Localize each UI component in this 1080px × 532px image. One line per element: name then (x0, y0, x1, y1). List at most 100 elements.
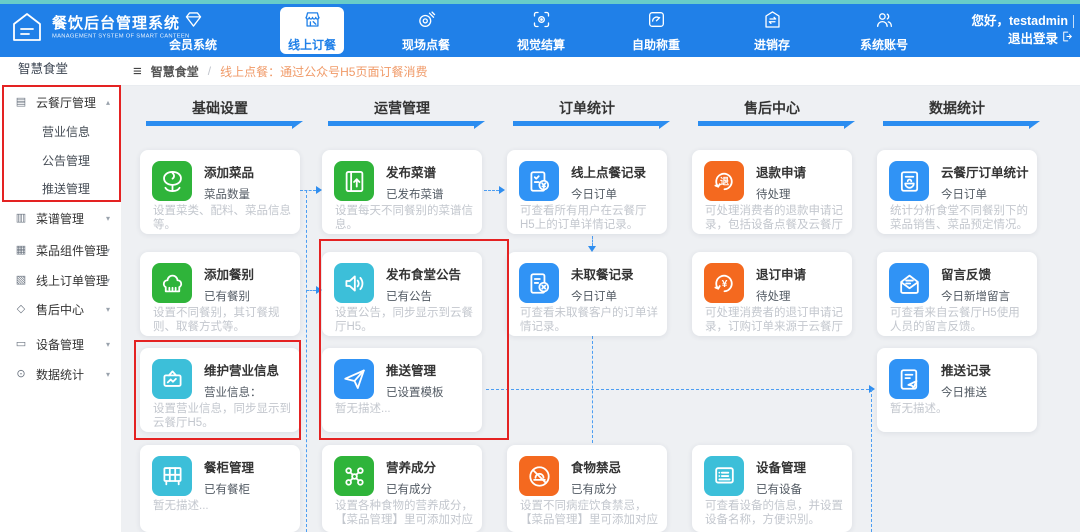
nav-self-weighing[interactable]: 自助称重 (616, 4, 696, 57)
connector-arrow (869, 385, 875, 393)
sidebar-item-push-management[interactable]: 推送管理 (0, 177, 163, 199)
card-device-management[interactable]: 设备管理 已有设备 可查看设备的信息，并设置设备名称，方便识别。 (692, 445, 852, 532)
sidebar-subitem-label: 推送管理 (42, 181, 91, 196)
column-header-basic-settings: 基础设置 (192, 100, 248, 116)
speaker-icon (334, 263, 374, 303)
card-subtitle: 今日订单 (571, 291, 617, 303)
connector-line (484, 190, 499, 191)
scale-icon (646, 9, 667, 33)
card-refund-request[interactable]: 退 退款申请 待处理 可处理消费者的退款申请记录，包括设备点餐及云餐厅H5上的订… (692, 150, 852, 234)
sidebar-item-dish-components[interactable]: ▦ 菜品组件管理 ▾ (0, 239, 121, 261)
chevron-up-icon: ▴ (105, 97, 110, 107)
card-cloud-order-stats[interactable]: 云餐厅订单统计 今日订单 统计分析食堂不同餐别下的菜品销售、菜品预定情况。 (877, 150, 1037, 234)
card-title: 退订申请 (756, 268, 807, 282)
card-subtitle: 已有成分 (386, 484, 432, 496)
card-desc: 暂无描述。 (890, 403, 948, 415)
card-unclaimed-meal-records[interactable]: 未取餐记录 今日订单 可查看未取餐客户的订单详情记录。 (507, 252, 667, 336)
column-header-order-stats: 订单统计 (559, 100, 615, 116)
mail-icon (889, 263, 929, 303)
card-title: 餐柜管理 (204, 461, 255, 475)
doc-plane-icon (889, 359, 929, 399)
svg-text:退: 退 (719, 176, 728, 186)
menu-book-icon: ▥ (15, 211, 27, 224)
nav-onsite-ordering[interactable]: 现场点餐 (386, 4, 466, 57)
topbar: 餐饮后台管理系统 MANAGEMENT SYSTEM OF SMART CANT… (0, 4, 1080, 57)
column-header-aftersales: 售后中心 (744, 100, 800, 116)
card-desc: 暂无描述... (335, 403, 391, 415)
card-title: 退款申请 (756, 166, 807, 180)
card-title: 发布食堂公告 (386, 268, 462, 282)
card-feedback[interactable]: 留言反馈 今日新增留言 可查看来自云餐厅H5使用人员的留言反馈。 (877, 252, 1037, 336)
logout-button[interactable]: 退出登录 (1008, 30, 1074, 48)
nav-member-system[interactable]: 会员系统 (153, 4, 233, 57)
sidebar-item-data-statistics[interactable]: ⊙ 数据统计 ▾ (0, 363, 121, 385)
nav-system-account[interactable]: 系统账号 (844, 4, 924, 57)
sidebar-item-device-management[interactable]: ▭ 设备管理 ▾ (0, 333, 121, 355)
sidebar-item-notice-management[interactable]: 公告管理 (0, 149, 163, 171)
svg-text:¥: ¥ (721, 278, 727, 289)
plate-icon (416, 9, 437, 33)
card-unsubscribe-request[interactable]: ¥ 退订申请 待处理 可处理消费者的退订申请记录，订购订单来源于云餐厅H5上的订… (692, 252, 852, 336)
card-add-dish[interactable]: 添加菜品 菜品数量 设置菜类、配料、菜品信息等。 (140, 150, 300, 234)
card-desc: 设置营业信息，同步显示到云餐厅H5。 (153, 403, 291, 429)
card-desc: 可查看所有用户在云餐厅H5上的订单详情记录。 (520, 205, 647, 231)
card-publish-canteen-notice[interactable]: 发布食堂公告 已有公告 设置公告，同步显示到云餐厅H5。 (322, 252, 482, 336)
card-add-meal-type[interactable]: 添加餐别 已有餐别 设置不同餐别，其订餐规则、取餐方式等。 (140, 252, 300, 336)
receipt-check-icon (519, 161, 559, 201)
sidebar-item-label: 云餐厅管理 (36, 95, 97, 110)
app-logo: 餐饮后台管理系统 MANAGEMENT SYSTEM OF SMART CANT… (10, 10, 289, 49)
nav-visual-checkout[interactable]: 视觉结算 (501, 4, 581, 57)
card-push-records[interactable]: 推送记录 今日推送 暂无描述。 (877, 348, 1037, 432)
app-root: 餐饮后台管理系统 MANAGEMENT SYSTEM OF SMART CANT… (0, 0, 1080, 532)
card-online-order-records[interactable]: 线上点餐记录 今日订单 可查看所有用户在云餐厅H5上的订单详情记录。 (507, 150, 667, 234)
breadcrumb-current: 线上点餐：通过公众号H5页面订餐消费 (220, 64, 428, 79)
unsubscribe-icon: ¥ (704, 263, 744, 303)
collapse-sidebar-icon[interactable]: ≡ (133, 64, 142, 79)
sidebar-item-online-orders[interactable]: ▧ 线上订单管理 ▾ (0, 269, 121, 291)
column-header-operations: 运营管理 (374, 100, 430, 116)
sidebar-item-menu-management[interactable]: ▥ 菜谱管理 ▾ (0, 207, 121, 229)
greeting-text: 您好，testadmin (971, 14, 1068, 28)
card-desc: 设置不同餐别，其订餐规则、取餐方式等。 (153, 307, 280, 333)
card-publish-menu[interactable]: 发布菜谱 已发布菜谱 设置每天不同餐别的菜谱信息。 (322, 150, 482, 234)
chevron-down-icon: ▾ (105, 213, 110, 223)
card-push-management[interactable]: 推送管理 已设置模板 暂无描述... (322, 348, 482, 432)
card-cabinet-management[interactable]: 餐柜管理 已有餐柜 暂无描述... (140, 445, 300, 532)
card-title: 食物禁忌 (571, 461, 622, 475)
nav-label: 会员系统 (168, 37, 217, 52)
card-maintain-business-info[interactable]: 维护营业信息 营业信息： 设置营业信息，同步显示到云餐厅H5。 (140, 348, 300, 432)
sidebar-item-business-info[interactable]: 营业信息 (0, 120, 163, 142)
divider (1073, 15, 1074, 28)
chevron-down-icon: ▾ (105, 304, 110, 314)
connector-line (592, 236, 593, 246)
card-food-taboo[interactable]: 食物禁忌 已有成分 设置不同病症饮食禁忌，【菜品管理】里可添加对应的。 (507, 445, 667, 532)
warehouse-icon (762, 9, 783, 33)
card-desc: 设置公告，同步显示到云餐厅H5。 (335, 307, 473, 333)
nav-inventory[interactable]: 进销存 (732, 4, 812, 57)
sidebar-item-label: 线上订单管理 (36, 273, 109, 288)
card-subtitle: 已有餐别 (204, 291, 250, 303)
sidebar-item-label: 售后中心 (36, 302, 85, 317)
no-food-icon (519, 456, 559, 496)
sidebar-subitem-label: 营业信息 (42, 124, 91, 139)
breadcrumb-root[interactable]: 智慧食堂 (151, 63, 199, 80)
card-desc: 可查看未取餐客户的订单详情记录。 (520, 307, 658, 333)
nav-online-ordering[interactable]: 线上订餐 (280, 7, 344, 54)
card-nutrition[interactable]: 营养成分 已有成分 设置各种食物的营养成分，【菜品管理】里可添加对应的食物及分.… (322, 445, 482, 532)
sidebar-item-label: 菜谱管理 (36, 211, 85, 226)
card-subtitle: 今日订单 (571, 189, 617, 201)
sidebar-item-cloud-restaurant[interactable]: ▤ 云餐厅管理 ▴ (0, 91, 121, 113)
card-title: 添加餐别 (204, 268, 255, 282)
card-subtitle: 菜品数量 (204, 189, 250, 201)
card-desc: 统计分析食堂不同餐别下的菜品销售、菜品预定情况。 (890, 205, 1028, 231)
card-subtitle: 今日新增留言 (941, 291, 1010, 303)
breadcrumb-separator: / (207, 64, 212, 78)
card-title: 线上点餐记录 (571, 166, 647, 180)
card-title: 营养成分 (386, 461, 437, 475)
card-desc: 可查看来自云餐厅H5使用人员的留言反馈。 (890, 307, 1020, 333)
stats-icon: ⊙ (16, 367, 26, 380)
card-subtitle: 待处理 (756, 189, 791, 201)
chevron-down-icon: ▾ (105, 275, 110, 285)
card-title: 云餐厅订单统计 (941, 166, 1029, 180)
sidebar-item-aftersales[interactable]: ◇ 售后中心 ▾ (0, 298, 121, 320)
